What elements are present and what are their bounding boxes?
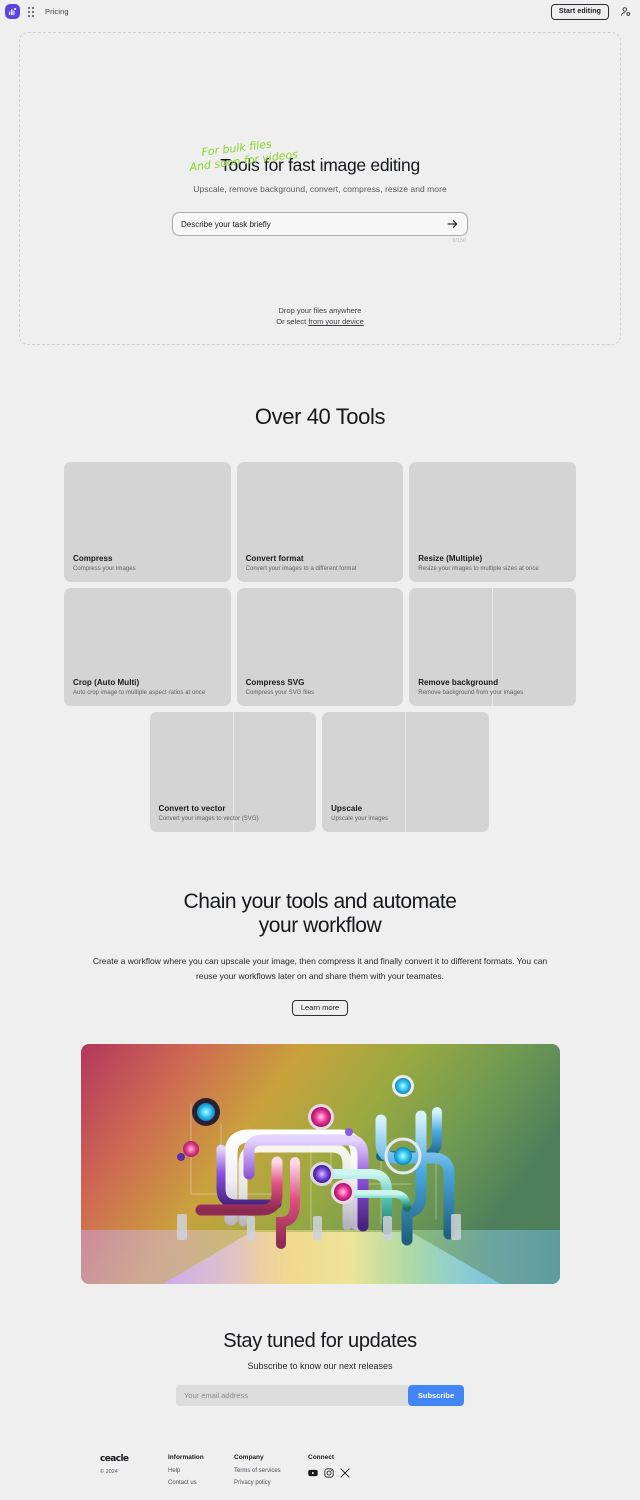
tool-card[interactable]: Remove background Remove background from … [409, 588, 576, 706]
tool-description: Convert your images to a different forma… [245, 566, 357, 572]
tool-name: Compress SVG [245, 678, 305, 687]
prompt-area: 0/150 [172, 212, 468, 244]
nav-link-pricing[interactable]: Pricing [45, 7, 69, 16]
tool-description: Upscale your images [331, 816, 389, 822]
tool-name: Convert format [245, 554, 304, 563]
footer-column-heading: Information [168, 1454, 204, 1462]
tool-description: Compress your SVG files [245, 690, 315, 696]
ceacle-logo-icon[interactable] [5, 4, 20, 19]
tool-description: Convert your images to vector (SVG) [158, 816, 259, 822]
newsletter-section: Stay tuned for updates Subscribe to know… [0, 1330, 640, 1407]
chain-heading: Chain your tools and automate your workfl… [84, 890, 556, 937]
hero-subtitle: Upscale, remove background, convert, com… [193, 184, 447, 194]
footer: ceacle © 2024 Information Help Contact u… [100, 1454, 540, 1492]
tool-name: Crop (Auto Multi) [73, 678, 140, 687]
chain-body-text: Create a workflow where you can upscale … [92, 956, 548, 981]
tool-name: Upscale [331, 804, 363, 813]
brand-logo-text: ceacle [100, 1454, 129, 1465]
footer-column-information: Information Help Contact us [168, 1454, 234, 1492]
top-navigation-bar: Pricing Start editing [0, 0, 640, 23]
tool-description: Remove background from your images [418, 690, 524, 696]
footer-column-connect: Connect [308, 1454, 350, 1492]
footer-column-heading: Company [234, 1454, 264, 1462]
user-account-icon[interactable] [619, 5, 632, 18]
start-editing-button[interactable]: Start editing [550, 3, 609, 20]
prompt-box[interactable] [172, 212, 468, 236]
landing-page: Pricing Start editing For bulk files And… [0, 0, 640, 1500]
footer-link-help[interactable]: Help [168, 1468, 234, 1474]
tool-card[interactable]: Convert to vector Convert your images to … [149, 712, 317, 832]
tool-name: Resize (Multiple) [418, 554, 483, 563]
drop-hint-line-1: Drop your files anywhere [278, 305, 362, 315]
tool-card[interactable]: Upscale Upscale your images [322, 712, 489, 832]
footer-brand: ceacle © 2024 [100, 1454, 168, 1492]
tool-card[interactable]: Resize (Multiple) Resize your images to m… [409, 462, 576, 582]
tool-name: Remove background [418, 678, 499, 687]
subscribe-form: Subscribe [176, 1385, 464, 1407]
copyright-text: © 2024 [100, 1469, 118, 1476]
footer-column-company: Company Terms of services Privacy policy [234, 1454, 308, 1492]
colorful-3d-pipes-illustration [80, 1044, 560, 1285]
youtube-icon[interactable] [308, 1468, 318, 1478]
newsletter-subtitle: Subscribe to know our next releases [247, 1361, 393, 1372]
drop-hint-line-2: Or select from your device [20, 316, 620, 328]
tool-card[interactable]: Crop (Auto Multi) Auto crop image to mult… [64, 588, 231, 706]
tool-name: Compress [73, 554, 113, 563]
tool-card[interactable]: Convert format Convert your images to a d… [236, 462, 404, 582]
instagram-icon[interactable] [324, 1468, 334, 1478]
page-title: Tools for fast image editing [220, 155, 420, 175]
chain-heading-line-2: your workflow [258, 913, 382, 937]
drop-files-hint: Drop your files anywhere Or select from … [20, 305, 620, 328]
chain-workflow-section: Chain your tools and automate your workfl… [0, 890, 640, 1017]
topbar-actions: Start editing [550, 3, 632, 20]
footer-link-privacy-policy[interactable]: Privacy policy [234, 1480, 308, 1486]
subscribe-button[interactable]: Subscribe [408, 1385, 464, 1407]
drop-hint-prefix: Or select [276, 317, 309, 327]
select-from-device-link[interactable]: from your device [308, 317, 363, 326]
tool-card[interactable]: Compress Compress your images [64, 462, 231, 582]
tools-section-title: Over 40 Tools [254, 404, 386, 429]
learn-more-button[interactable]: Learn more [291, 999, 349, 1017]
tools-grid-row-3: Convert to vector Convert your images to … [149, 712, 491, 832]
email-field[interactable] [176, 1385, 408, 1407]
tool-description: Auto crop image to multiple aspect ratio… [73, 690, 206, 696]
footer-link-contact-us[interactable]: Contact us [168, 1480, 234, 1486]
chain-heading-line-1: Chain your tools and automate [183, 890, 457, 913]
footer-column-heading: Connect [308, 1454, 334, 1462]
grid-apps-icon[interactable] [28, 6, 34, 17]
tool-description: Compress your images [73, 566, 136, 572]
x-twitter-icon[interactable] [340, 1468, 350, 1478]
tools-grid: Compress Compress your images Convert for… [64, 462, 576, 706]
task-description-input[interactable] [181, 219, 447, 229]
tool-description: Resize your images to multiple sizes at … [418, 566, 539, 572]
social-links [308, 1468, 350, 1478]
tool-card[interactable]: Compress SVG Compress your SVG files [236, 588, 404, 706]
hero-dropzone[interactable]: For bulk files And soon for videos Tools… [19, 32, 621, 345]
newsletter-title: Stay tuned for updates [223, 1330, 417, 1353]
tool-name: Convert to vector [158, 804, 226, 813]
send-arrow-icon[interactable] [447, 218, 459, 230]
character-counter: 0/150 [452, 238, 466, 244]
footer-link-terms-of-services[interactable]: Terms of services [234, 1468, 308, 1474]
